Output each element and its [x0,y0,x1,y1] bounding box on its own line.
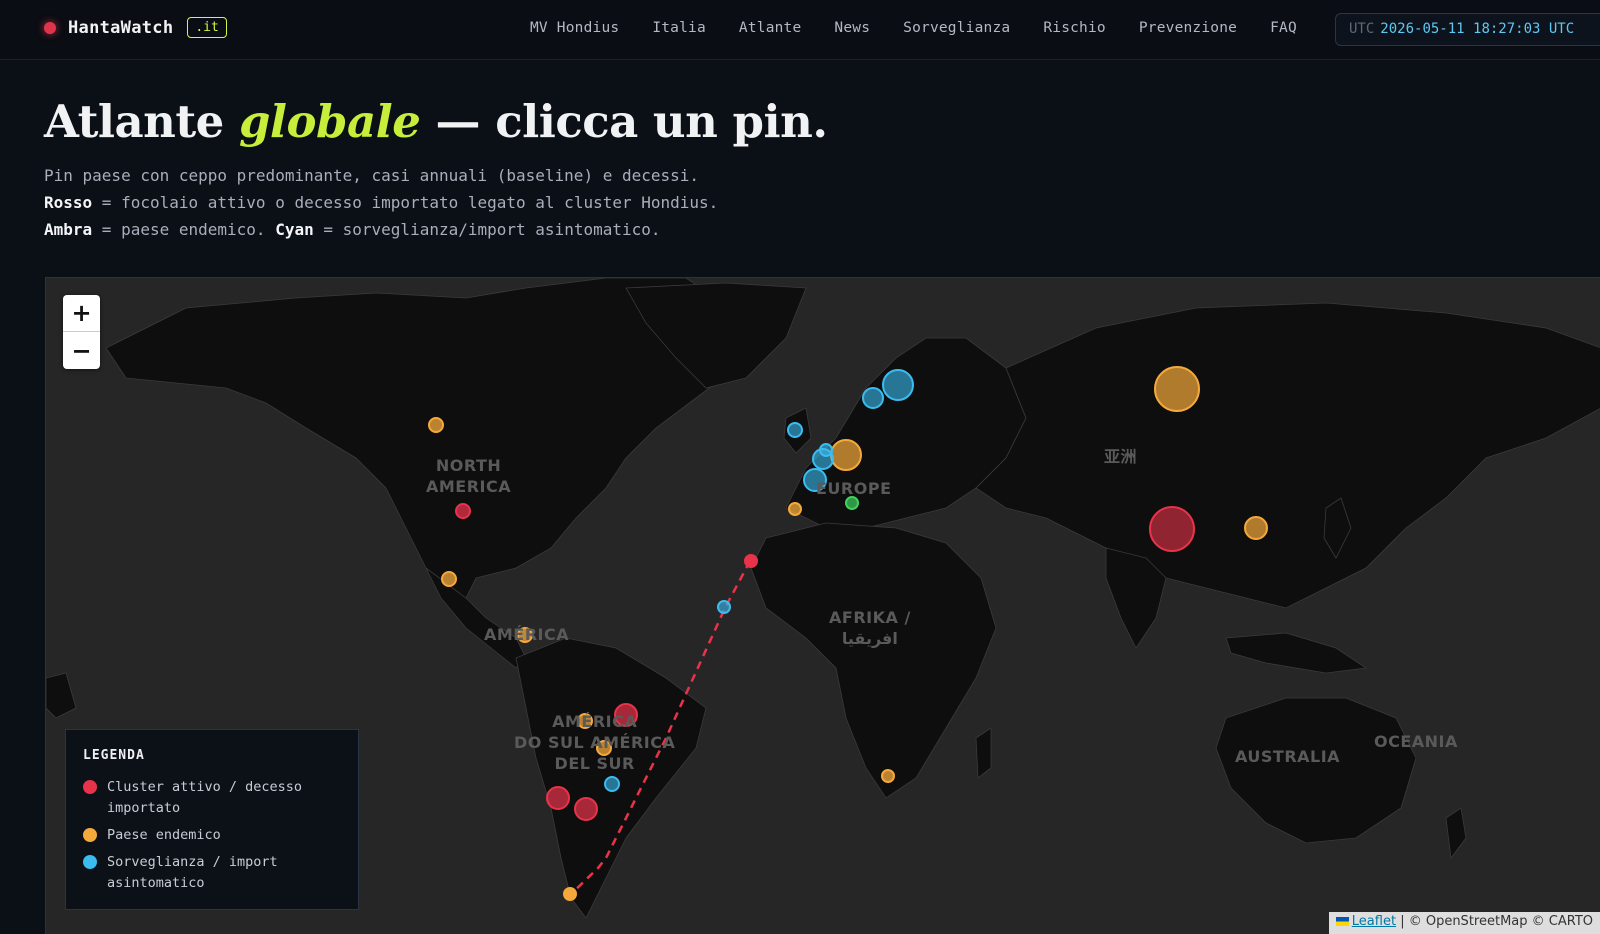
page-title: Atlante globale — clicca un pin. [44,95,828,148]
leaflet-link[interactable]: Leaflet [1352,914,1396,929]
description-line-1: Pin paese con ceppo predominante, casi a… [44,166,700,185]
brand[interactable]: HantaWatch .it [44,17,227,38]
pin-spain[interactable] [788,502,802,516]
description-line-3: Ambra = paese endemico. Cyan = sorveglia… [44,220,661,239]
main-nav: MV Hondius Italia Atlante News Sorveglia… [530,20,1330,36]
pin-canary[interactable] [744,554,758,568]
red-dot-icon [83,780,97,794]
region-label-south-america: AMÉRICA DO SUL AMÉRICA DEL SUR [514,712,676,773]
ukraine-flag-icon [1335,917,1349,926]
legend-label-endemic: Paese endemico [107,827,221,843]
page-description: Pin paese con ceppo predominante, casi a… [44,162,718,243]
pin-sweden[interactable] [862,387,884,409]
nav-italia[interactable]: Italia [652,20,706,36]
pin-usa[interactable] [455,503,471,519]
legend-item-endemic: Paese endemico [83,825,341,846]
pin-finland[interactable] [882,369,914,401]
region-label-north-america: NORTH AMERICA [426,456,512,496]
nav-rischio[interactable]: Rischio [1043,20,1106,36]
legend-label-surveillance: Sorveglianza / import asintomatico [107,854,278,891]
pin-chile[interactable] [546,786,570,810]
pin-cape-verde[interactable] [717,600,731,614]
world-map[interactable]: + − NORTH AMERICA EUROPE 亚洲 AFRIKA / افر… [45,277,1600,934]
title-accent: globale [238,95,421,148]
legend-item-surveillance: Sorveglianza / import asintomatico [83,852,341,894]
region-label-oceania: OCEANIA [1374,732,1458,751]
clock-label: UTC [1349,21,1375,37]
zoom-out-button[interactable]: − [63,332,100,369]
region-label-africa: AFRIKA / افريقيا [829,608,911,648]
pin-korea[interactable] [1244,516,1268,540]
pin-china[interactable] [1149,506,1195,552]
pin-russia[interactable] [1154,366,1200,412]
nav-news[interactable]: News [834,20,870,36]
region-label-asia: 亚洲 [1104,447,1138,466]
legend-title: LEGENDA [83,748,145,763]
region-label-australia: AUSTRALIA [1235,747,1341,766]
description-line-2: Rosso = focolaio attivo o decesso import… [44,193,719,212]
legend-item-active: Cluster attivo / decesso importato [83,777,341,819]
pin-south-africa[interactable] [881,769,895,783]
brand-name: HantaWatch [68,17,174,38]
title-pre: Atlante [44,95,239,148]
brand-tld-badge: .it [187,17,227,38]
pin-mexico[interactable] [441,571,457,587]
region-label-america: AMÉRICA [484,625,570,644]
pin-uruguay[interactable] [604,776,620,792]
zoom-in-button[interactable]: + [63,295,100,332]
title-post: — clicca un pin. [420,95,828,148]
region-label-europe: EUROPE [816,479,892,498]
cyan-dot-icon [83,855,97,869]
attribution-text: | © OpenStreetMap © CARTO [1396,914,1593,929]
nav-prevenzione[interactable]: Prevenzione [1139,20,1237,36]
pin-argentina[interactable] [574,797,598,821]
map-attribution: Leaflet | © OpenStreetMap © CARTO [1328,912,1600,934]
map-legend: LEGENDA Cluster attivo / decesso importa… [65,729,359,910]
live-indicator-icon [44,21,56,34]
nav-faq[interactable]: FAQ [1270,20,1297,36]
nav-mv-hondius[interactable]: MV Hondius [530,20,619,36]
nav-sorveglianza[interactable]: Sorveglianza [903,20,1010,36]
pin-canada[interactable] [428,417,444,433]
clock-time: 2026-05-11 18:27:03 UTC [1380,21,1575,37]
top-navbar: HantaWatch .it MV Hondius Italia Atlante… [0,0,1600,60]
pin-germany[interactable] [830,439,862,471]
amber-dot-icon [83,828,97,842]
pin-belgium[interactable] [819,443,833,457]
nav-atlante[interactable]: Atlante [739,20,802,36]
pin-ushuaia[interactable] [563,887,577,901]
utc-clock: UTC 2026-05-11 18:27:03 UTC [1335,13,1600,46]
pin-uk[interactable] [787,422,803,438]
legend-label-active: Cluster attivo / decesso importato [107,779,303,816]
zoom-control: + − [63,295,100,369]
